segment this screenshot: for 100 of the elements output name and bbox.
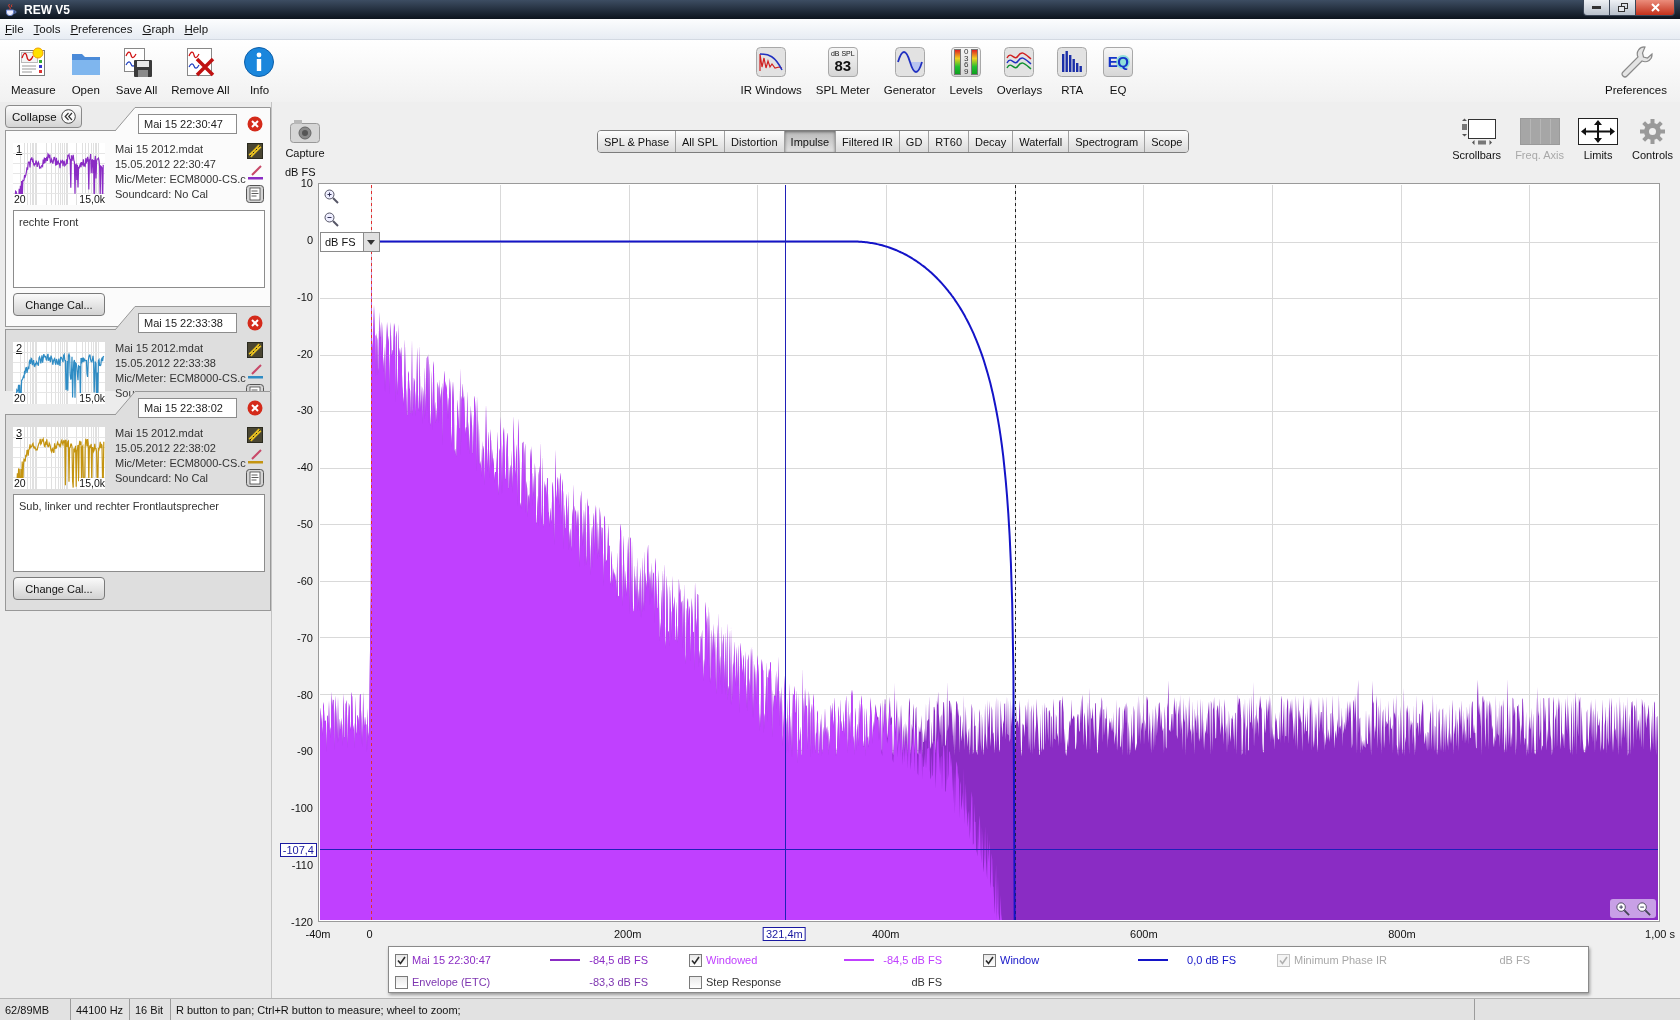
- menu-item[interactable]: File: [0, 23, 29, 35]
- cursor-value-label: 321,4m: [763, 927, 806, 941]
- x-axis-tick: 400m: [872, 928, 900, 940]
- y-axis-tick: -50: [297, 518, 313, 530]
- checkbox[interactable]: [395, 975, 408, 989]
- info-text: 15.05.2012 22:38:02: [115, 441, 217, 456]
- x-axis-tick: 200m: [613, 928, 642, 940]
- pencil-icon[interactable]: [247, 143, 263, 159]
- menu-item[interactable]: Preferences: [65, 23, 138, 35]
- save-all-button[interactable]: Save All: [110, 46, 163, 97]
- graph-tab[interactable]: Scope: [1145, 131, 1189, 152]
- pencil-icon[interactable]: [247, 427, 263, 443]
- notes-field[interactable]: rechte Front: [13, 210, 265, 288]
- info-text: 15.05.2012 22:33:38: [115, 356, 217, 371]
- graph-tab[interactable]: SPL & Phase: [598, 131, 677, 152]
- y-axis-tick: -80: [297, 689, 313, 701]
- graph-tab[interactable]: Decay: [969, 131, 1014, 152]
- x-axis-tick: -40m: [305, 928, 331, 940]
- change-cal-button[interactable]: Change Cal...: [13, 293, 105, 316]
- controls-button[interactable]: Controls: [1629, 118, 1676, 162]
- overlays-button[interactable]: Overlays: [991, 46, 1048, 97]
- graph-tab[interactable]: Impulse: [784, 131, 837, 152]
- restore-button[interactable]: [1610, 0, 1636, 16]
- date-field[interactable]: Mai 15 22:30:47: [138, 114, 237, 134]
- zoom-out-icon[interactable]: [323, 211, 339, 227]
- axis-unit-label: dB FS: [285, 167, 316, 178]
- open-button[interactable]: Open: [64, 46, 107, 97]
- limits-button[interactable]: Limits: [1575, 118, 1622, 162]
- four-way-arrow-icon: [1578, 118, 1619, 145]
- graph-tab[interactable]: GD: [899, 131, 930, 152]
- coffee-cup-icon: [4, 2, 18, 17]
- document-icon[interactable]: [246, 185, 264, 203]
- wrench-icon: [1619, 45, 1653, 79]
- collapse-button[interactable]: Collapse: [5, 105, 82, 128]
- eq-button[interactable]: EQ EQ: [1097, 46, 1140, 97]
- minimize-button[interactable]: [1583, 0, 1610, 16]
- measurement-number: 3: [16, 427, 23, 439]
- scrollbars-button[interactable]: Scrollbars: [1449, 118, 1505, 162]
- window-title: REW V5: [24, 2, 70, 17]
- close-icon[interactable]: [247, 400, 263, 416]
- checkmark-icon: [985, 955, 994, 965]
- sine-wave-icon: [893, 46, 926, 78]
- checkmark-icon: [397, 955, 406, 965]
- checkbox[interactable]: [983, 953, 996, 967]
- menu-item[interactable]: Tools: [28, 23, 66, 35]
- caret-icon: [363, 233, 379, 251]
- scale-digit: 6: [963, 62, 969, 69]
- checkmark-icon: [691, 955, 700, 965]
- graph-tab[interactable]: Waterfall: [1013, 131, 1070, 152]
- unit-dropdown[interactable]: dB FS: [320, 232, 380, 252]
- legend-value: 0,0 dB FS: [1186, 954, 1236, 966]
- info-text: 15.05.2012 22:30:47: [115, 157, 217, 172]
- notes-field[interactable]: Sub, linker und rechter Frontlautsprecher: [13, 494, 265, 572]
- pen-line-icon[interactable]: [246, 448, 264, 464]
- zoom-in-icon[interactable]: [323, 188, 339, 204]
- document-icon[interactable]: [246, 469, 264, 487]
- graph-tab[interactable]: Spectrogram: [1069, 131, 1146, 152]
- pencil-icon[interactable]: [247, 342, 263, 358]
- checkbox[interactable]: [689, 953, 702, 967]
- legend-label: Envelope (ETC): [411, 976, 492, 988]
- close-icon[interactable]: [247, 116, 263, 132]
- menu-item[interactable]: Graph: [137, 23, 180, 35]
- levels-button[interactable]: 0 3 6 9 Levels: [944, 46, 988, 97]
- impulse-curve-icon: [755, 46, 788, 78]
- y-axis-tick: -100: [290, 802, 313, 814]
- measure-button[interactable]: Measure: [6, 46, 61, 97]
- document-cross-icon: [184, 46, 217, 78]
- graph-tab[interactable]: All SPL: [676, 131, 726, 152]
- remove-all-button[interactable]: Remove All: [166, 46, 235, 97]
- info-text: Mai 15 2012.mdat: [115, 142, 205, 157]
- date-field[interactable]: Mai 15 22:33:38: [138, 313, 237, 333]
- axis-label: 20: [14, 478, 26, 489]
- generator-button[interactable]: Generator: [878, 46, 941, 97]
- checkbox[interactable]: [689, 975, 702, 989]
- zoom-out-icon[interactable]: [1636, 901, 1651, 916]
- rta-button[interactable]: RTA: [1051, 46, 1094, 97]
- meter-reading: 83: [834, 58, 852, 74]
- close-button[interactable]: [1636, 0, 1675, 16]
- info-button[interactable]: Info: [238, 46, 281, 97]
- preferences-button[interactable]: Preferences: [1600, 46, 1672, 97]
- checkmark-icon: [1279, 955, 1288, 965]
- graph-tab[interactable]: Distortion: [725, 131, 785, 152]
- graph-tab[interactable]: Filtered IR: [836, 131, 900, 152]
- capture-button[interactable]: Capture: [285, 118, 325, 160]
- zoom-in-icon[interactable]: [1615, 901, 1630, 916]
- graph-tab[interactable]: RT60: [929, 131, 970, 152]
- menu-item[interactable]: Help: [179, 23, 214, 35]
- plot-area[interactable]: dB FS: [318, 183, 1660, 922]
- x-axis-tick: 800m: [1388, 928, 1416, 940]
- ir-windows-button[interactable]: IR Windows: [735, 46, 807, 97]
- legend-value: -84,5 dB FS: [588, 954, 648, 966]
- measurement-card[interactable]: 3 20 15,0k Mai 15 2012.mdat 15.05.2012 22:38:02 Mic/Meter: ECM8000-CS.c Soundcard: No Cal Sub, linker und rechter Frontlautsprecher Change Cal...: [5, 414, 271, 611]
- date-field[interactable]: Mai 15 22:38:02: [138, 398, 237, 418]
- close-icon[interactable]: [247, 315, 263, 331]
- legend-label: Mai 15 22:30:47: [411, 954, 492, 966]
- pen-line-icon[interactable]: [246, 164, 264, 180]
- legend-label: Step Response: [705, 976, 783, 988]
- checkbox[interactable]: [395, 953, 408, 967]
- pen-line-icon[interactable]: [246, 363, 264, 379]
- change-cal-button[interactable]: Change Cal...: [13, 577, 105, 600]
